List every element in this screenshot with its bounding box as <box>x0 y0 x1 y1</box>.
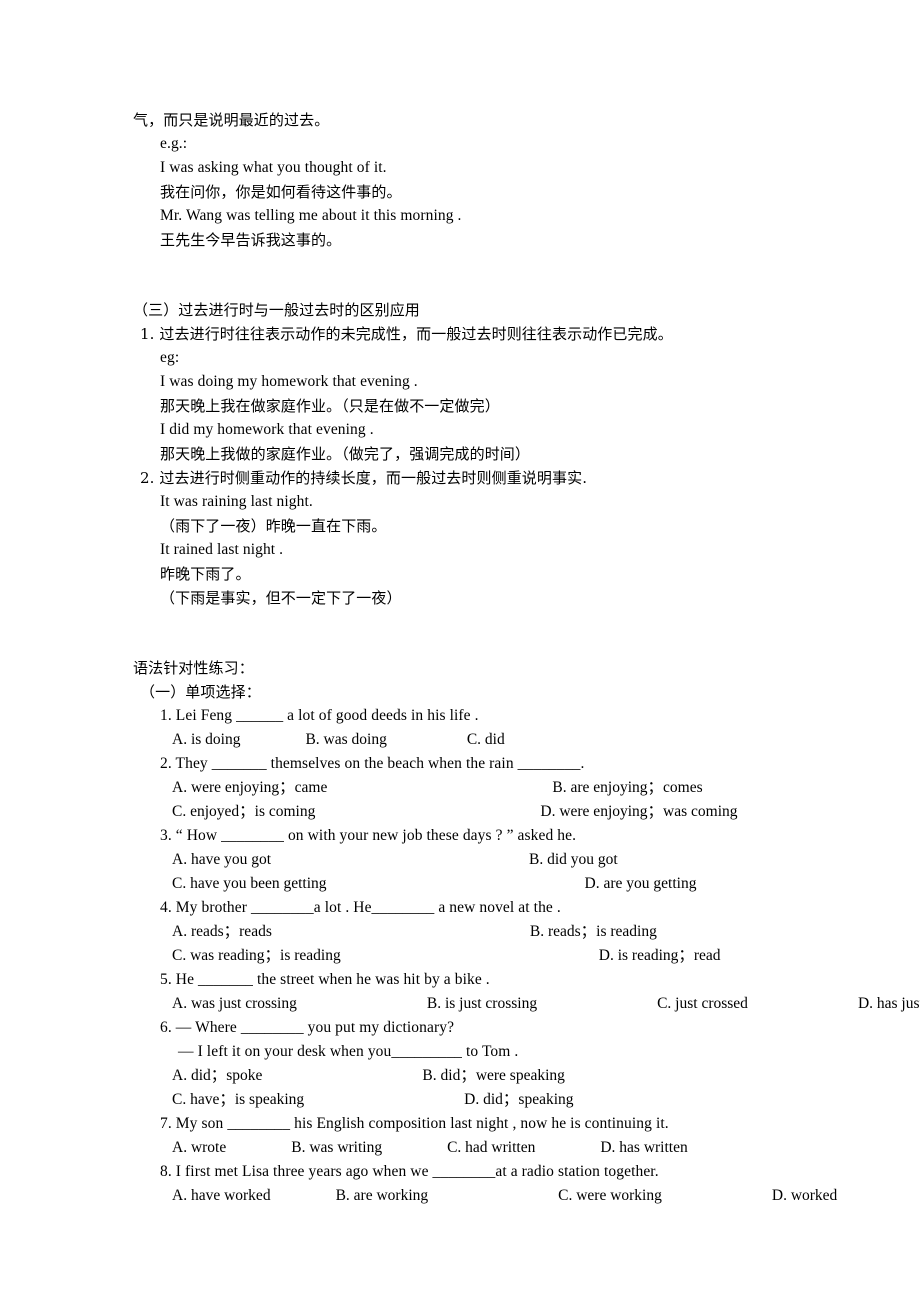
col-gap <box>428 1184 558 1208</box>
option-b[interactable]: B. did you got <box>529 848 618 872</box>
point1-example-cn-2: 那天晚上我做的家庭作业。（做完了，强调完成的时间） <box>160 445 531 463</box>
col-gap <box>327 776 552 800</box>
option-b[interactable]: B. is just crossing <box>427 992 537 1016</box>
point2-line-1: It was raining last night. <box>160 493 313 510</box>
question-2-stem: 2. They _______ themselves on the beach … <box>160 755 585 772</box>
question-6-options-row-1: A. did；spoke B. did；were speaking <box>133 1064 840 1088</box>
question-1-stem: 1. Lei Feng ______ a lot of good deeds i… <box>160 707 479 724</box>
col-gap <box>226 1136 291 1160</box>
question-4-options-row-2: C. was reading；is reading D. is reading；… <box>133 944 840 968</box>
paragraph-continuation: 气，而只是说明最近的过去。 <box>133 111 330 129</box>
section-three-point-1: 1. 过去进行时往往表示动作的未完成性，而一般过去时则往往表示动作已完成。 <box>133 322 840 346</box>
option-a[interactable]: A. wrote <box>172 1136 226 1160</box>
option-d[interactable]: D. are you getting <box>585 872 697 896</box>
col-gap <box>315 800 540 824</box>
question-7-stem: 7. My son ________ his English compositi… <box>160 1115 669 1132</box>
option-a[interactable]: A. was just crossing <box>172 992 297 1016</box>
col-gap <box>748 992 858 1016</box>
question-5-stem: 5. He _______ the street when he was hit… <box>160 971 490 988</box>
question-6-stem-line-2: — I left it on your desk when you_______… <box>178 1043 519 1060</box>
col-gap <box>387 728 467 752</box>
point-1-number: 1. <box>140 325 155 343</box>
question-8-stem: 8. I first met Lisa three years ago when… <box>160 1163 659 1180</box>
question-1-options: A. is doing B. was doing C. did <box>133 728 840 752</box>
col-gap <box>262 1064 422 1088</box>
option-d[interactable]: D. has written <box>600 1136 687 1160</box>
point2-line-5: （下雨是事实，但不一定下了一夜） <box>160 589 402 607</box>
document-page: 气，而只是说明最近的过去。 e.g.: I was asking what yo… <box>0 0 920 1302</box>
question-6-options-row-2: C. have；is speaking D. did；speaking <box>133 1088 840 1112</box>
option-d[interactable]: D. were enjoying；was coming <box>540 800 737 824</box>
question-5-options: A. was just crossing B. is just crossing… <box>133 992 920 1016</box>
option-b[interactable]: B. did；were speaking <box>422 1064 564 1088</box>
option-d[interactable]: D. has just crossed <box>858 992 920 1016</box>
option-b[interactable]: B. was writing <box>291 1136 382 1160</box>
point-2-number: 2. <box>140 469 155 487</box>
question-3-options-row-1: A. have you got B. did you got <box>133 848 840 872</box>
example-cn-2: 王先生今早告诉我这事的。 <box>160 231 342 249</box>
question-3-options-row-2: C. have you been getting D. are you gett… <box>133 872 840 896</box>
option-c[interactable]: C. enjoyed；is coming <box>172 800 315 824</box>
question-7-options: A. wrote B. was writing C. had written D… <box>133 1136 840 1160</box>
question-4-stem: 4. My brother ________a lot . He________… <box>160 899 561 916</box>
col-gap <box>327 872 585 896</box>
question-4-options-row-1: A. reads；reads B. reads；is reading <box>133 920 840 944</box>
eg-label-2: eg: <box>160 349 180 366</box>
col-gap <box>271 848 529 872</box>
option-a[interactable]: A. were enjoying；came <box>172 776 327 800</box>
option-a[interactable]: A. reads；reads <box>172 920 272 944</box>
example-en-2: Mr. Wang was telling me about it this mo… <box>160 207 462 224</box>
question-6-stem: 6. — Where ________ you put my dictionar… <box>160 1019 455 1036</box>
point-1-text: 过去进行时往往表示动作的未完成性，而一般过去时则往往表示动作已完成。 <box>159 325 673 343</box>
option-a[interactable]: A. have worked <box>172 1184 271 1208</box>
option-d[interactable]: D. did；speaking <box>464 1088 573 1112</box>
point1-example-en-2: I did my homework that evening . <box>160 421 374 438</box>
question-3-stem: 3. “ How ________ on with your new job t… <box>160 827 577 844</box>
option-b[interactable]: B. are enjoying；comes <box>552 776 702 800</box>
section-three-heading: （三）过去进行时与一般过去时的区别应用 <box>133 301 420 319</box>
point2-line-3: It rained last night . <box>160 541 284 558</box>
question-2-options-row-2: C. enjoyed；is coming D. were enjoying；wa… <box>133 800 840 824</box>
practice-title: 语法针对性练习： <box>133 659 254 677</box>
point1-example-cn-1: 那天晚上我在做家庭作业。（只是在做不一定做完） <box>160 397 500 415</box>
col-gap <box>537 992 657 1016</box>
option-d[interactable]: D. is reading；read <box>599 944 721 968</box>
option-c[interactable]: C. had written <box>447 1136 535 1160</box>
col-gap <box>382 1136 447 1160</box>
example-en-1: I was asking what you thought of it. <box>160 159 387 176</box>
option-d[interactable]: D. worked <box>772 1184 837 1208</box>
col-gap <box>240 728 305 752</box>
option-c[interactable]: C. just crossed <box>657 992 748 1016</box>
practice-part-one-title: （一）单项选择： <box>140 683 261 701</box>
col-gap <box>272 920 530 944</box>
point-2-text: 过去进行时侧重动作的持续长度，而一般过去时则侧重说明事实. <box>159 469 588 487</box>
option-c[interactable]: C. have you been getting <box>172 872 327 896</box>
option-c[interactable]: C. did <box>467 728 505 752</box>
question-8-options: A. have worked B. are working C. were wo… <box>133 1184 840 1208</box>
example-cn-1: 我在问你，你是如何看待这件事的。 <box>160 183 402 201</box>
option-a[interactable]: A. did；spoke <box>172 1064 262 1088</box>
point2-line-2: （雨下了一夜）昨晚一直在下雨。 <box>160 517 387 535</box>
eg-label: e.g.: <box>160 135 188 152</box>
point1-example-en-1: I was doing my homework that evening . <box>160 373 418 390</box>
option-c[interactable]: C. have；is speaking <box>172 1088 304 1112</box>
col-gap <box>297 992 427 1016</box>
option-c[interactable]: C. were working <box>558 1184 662 1208</box>
col-gap <box>535 1136 600 1160</box>
question-2-options-row-1: A. were enjoying；came B. are enjoying；co… <box>133 776 840 800</box>
option-a[interactable]: A. is doing <box>172 728 240 752</box>
section-three-point-2: 2. 过去进行时侧重动作的持续长度，而一般过去时则侧重说明事实. <box>133 466 840 490</box>
option-b[interactable]: B. are working <box>336 1184 429 1208</box>
option-b[interactable]: B. reads；is reading <box>530 920 657 944</box>
col-gap <box>304 1088 464 1112</box>
option-c[interactable]: C. was reading；is reading <box>172 944 341 968</box>
col-gap <box>341 944 599 968</box>
option-b[interactable]: B. was doing <box>305 728 386 752</box>
col-gap <box>271 1184 336 1208</box>
option-a[interactable]: A. have you got <box>172 848 271 872</box>
col-gap <box>662 1184 772 1208</box>
point2-line-4: 昨晚下雨了。 <box>160 565 251 583</box>
